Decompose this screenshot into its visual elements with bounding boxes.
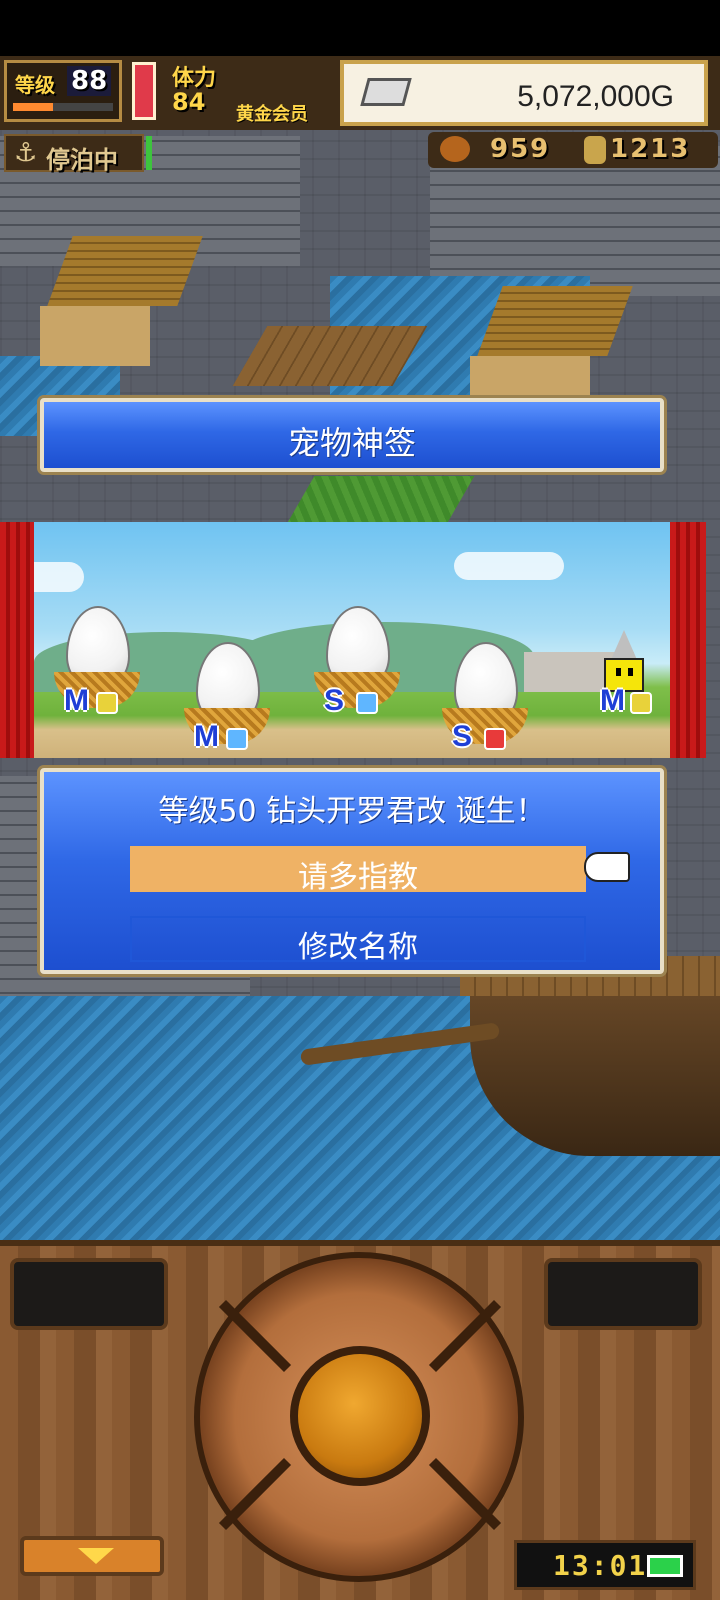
- egg-slot[interactable]: S: [314, 606, 400, 736]
- battery-icon: [647, 1555, 683, 1577]
- status-indicator: [146, 136, 152, 170]
- house[interactable]: [40, 306, 150, 366]
- cloud: [454, 552, 564, 580]
- level-label: 等级: [15, 73, 55, 97]
- wood-count: 1213: [610, 134, 691, 164]
- left-slot-button[interactable]: [10, 1258, 168, 1330]
- wood-icon: [584, 136, 606, 164]
- level-value: 88: [67, 66, 112, 96]
- clock-panel: 13:01: [514, 1540, 696, 1590]
- dock-status[interactable]: ⚓ 停泊中: [4, 134, 144, 174]
- house-roof: [477, 286, 633, 356]
- right-slot-button[interactable]: [544, 1258, 702, 1330]
- rename-button-label: 修改名称: [298, 930, 418, 965]
- egg-grade: S: [324, 684, 345, 717]
- egg-stage: M M S S M: [34, 522, 670, 758]
- rename-button[interactable]: 修改名称: [130, 916, 586, 965]
- money-bar-icon: [360, 78, 412, 106]
- hatch-message: 等级50 钻头开罗君改 诞生！: [158, 794, 546, 829]
- dpad-center-button[interactable]: [290, 1346, 430, 1486]
- anchor-icon: ⚓: [14, 138, 38, 168]
- pet-gem-icon: [630, 692, 652, 714]
- resource-panel: 959 1213: [428, 132, 718, 168]
- pet-eye: [628, 668, 633, 676]
- house[interactable]: [470, 356, 590, 400]
- hatched-pet-drill[interactable]: M: [594, 630, 654, 717]
- pointing-hand-icon: [584, 852, 630, 882]
- pet-eye: [616, 668, 621, 676]
- stamina-gauge: [132, 62, 156, 120]
- money-value: 5,072,000G: [517, 80, 674, 113]
- pet-grade: M: [600, 684, 625, 717]
- grass-patch: [285, 476, 475, 526]
- egg-grade: M: [194, 720, 219, 753]
- food-count: 959: [490, 134, 551, 164]
- top-bar: [0, 0, 720, 56]
- egg-gem-icon: [484, 728, 506, 750]
- egg-gem-icon: [356, 692, 378, 714]
- level-progress-bar: [13, 103, 113, 111]
- hatch-result-dialog: 等级50 钻头开罗君改 诞生！ 请多指教 修改名称: [40, 768, 664, 974]
- egg-gem-icon: [96, 692, 118, 714]
- dock-status-label: 停泊中: [46, 146, 118, 174]
- curtain-right: [670, 522, 706, 758]
- money-panel: 5,072,000G: [340, 60, 708, 126]
- dialog-title: 宠物神签: [287, 424, 416, 462]
- clock: 13:01: [553, 1549, 648, 1582]
- curtain-left: [0, 522, 36, 758]
- castle-wall: [430, 146, 720, 296]
- level-progress-fill: [13, 103, 53, 111]
- stamina-value: 84: [172, 88, 206, 116]
- arrow-down-icon: [78, 1548, 114, 1564]
- dialog-title-panel: 宠物神签: [40, 398, 664, 472]
- food-icon: [440, 136, 470, 162]
- confirm-button-label: 请多指教: [298, 860, 418, 895]
- membership-label: 黄金会员: [236, 104, 308, 125]
- confirm-button[interactable]: 请多指教: [130, 846, 586, 895]
- egg-grade: M: [64, 684, 89, 717]
- egg-grade: S: [452, 720, 473, 753]
- house-roof: [47, 236, 203, 306]
- cloud: [34, 562, 84, 592]
- egg-gem-icon: [226, 728, 248, 750]
- level-panel: 等级 88: [4, 60, 122, 122]
- menu-toggle-button[interactable]: [20, 1536, 164, 1576]
- egg-slot[interactable]: S: [442, 642, 528, 758]
- egg-slot[interactable]: M: [184, 642, 270, 758]
- egg-slot[interactable]: M: [54, 606, 140, 736]
